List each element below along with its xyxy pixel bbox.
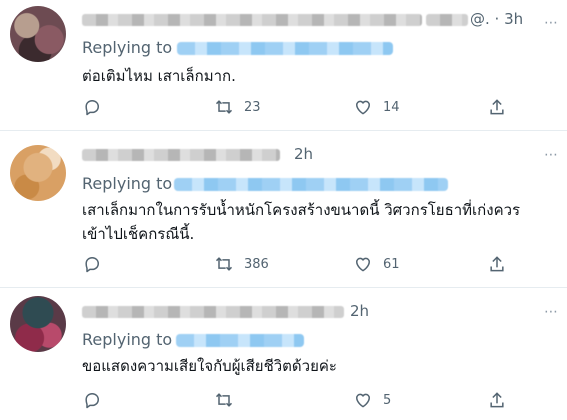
reply-thread: @. · 3h ⋯ Replying to ต่อเติมไหม เสาเล็ก… (0, 0, 567, 420)
replying-to-line: Replying to (82, 330, 304, 350)
blurred-mention-link[interactable] (174, 178, 448, 191)
reply-tweet[interactable]: @. · 3h ⋯ Replying to ต่อเติมไหม เสาเล็ก… (0, 0, 567, 131)
avatar[interactable] (10, 296, 66, 352)
retweet-button[interactable] (214, 389, 244, 411)
replying-to-line: Replying to (82, 38, 393, 58)
share-button[interactable] (487, 253, 507, 275)
blurred-mention-link[interactable] (176, 334, 304, 347)
retweet-icon (215, 393, 233, 407)
reply-button[interactable] (82, 253, 102, 275)
reply-icon (85, 100, 99, 116)
like-button[interactable]: 61 (353, 253, 400, 275)
blurred-mention-link[interactable] (177, 42, 393, 55)
reply-icon (85, 257, 99, 273)
reply-icon (85, 393, 99, 409)
tweet-text: ขอแสดงความเสียใจกับผู้เสียชีวิตด้วยค่ะ (82, 357, 337, 375)
more-icon[interactable]: ⋯ (544, 305, 562, 319)
retweet-icon (215, 257, 233, 271)
replying-to-label: Replying to (82, 174, 173, 193)
share-icon (490, 392, 504, 408)
replying-to-line: Replying to (82, 174, 448, 194)
share-button[interactable] (487, 389, 507, 411)
like-button[interactable]: 5 (353, 389, 391, 411)
blurred-display-name (82, 14, 422, 26)
like-icon (356, 393, 370, 408)
handle-and-time: @. · 3h (470, 10, 524, 28)
reply-button[interactable] (82, 389, 102, 411)
blurred-display-name (82, 149, 280, 161)
share-icon (490, 256, 504, 272)
tweet-header: 2h (82, 145, 322, 165)
like-count: 14 (383, 99, 400, 115)
blurred-display-name (82, 306, 344, 318)
tweet-actions: 386 61 (82, 253, 512, 275)
blurred-handle (426, 14, 468, 26)
reply-button[interactable] (82, 96, 102, 118)
avatar[interactable] (10, 6, 66, 62)
retweet-count: 386 (244, 256, 269, 272)
tweet-actions: 5 (82, 389, 512, 411)
like-icon (356, 257, 370, 272)
retweet-button[interactable]: 386 (214, 253, 269, 275)
retweet-icon (215, 100, 233, 114)
avatar[interactable] (10, 145, 66, 201)
tweet-time: 2h (294, 145, 314, 163)
replying-to-label: Replying to (82, 38, 173, 57)
tweet-time: 2h (350, 302, 370, 320)
like-button[interactable]: 14 (353, 96, 400, 118)
like-count: 61 (383, 256, 400, 272)
share-button[interactable] (487, 96, 507, 118)
tweet-header: @. · 3h (82, 10, 557, 30)
retweet-button[interactable]: 23 (214, 96, 261, 118)
retweet-count: 23 (244, 99, 261, 115)
share-icon (490, 99, 504, 115)
like-icon (356, 100, 370, 115)
tweet-header: 2h (82, 302, 382, 322)
tweet-text: ต่อเติมไหม เสาเล็กมาก. (82, 67, 236, 85)
like-count: 5 (383, 392, 392, 408)
more-icon[interactable]: ⋯ (544, 148, 562, 162)
tweet-text: เสาเล็กมากในการรับน้ำหนักโครงสร้างขนาดนี… (82, 201, 521, 243)
replying-to-label: Replying to (82, 330, 173, 349)
more-icon[interactable]: ⋯ (544, 16, 562, 30)
tweet-actions: 23 14 (82, 96, 512, 118)
